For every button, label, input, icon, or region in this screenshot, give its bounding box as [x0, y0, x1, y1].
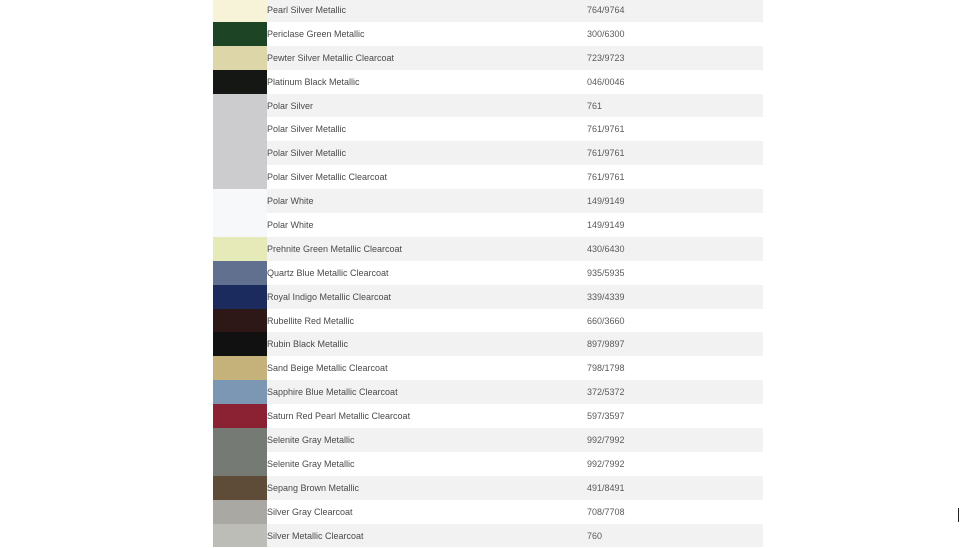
color-swatch: [213, 213, 267, 237]
paint-code: 761/9761: [587, 124, 625, 135]
color-swatch: [213, 523, 267, 548]
paint-code: 660/3660: [587, 315, 625, 326]
color-row[interactable]: Pearl Silver Metallic 764/9764: [213, 0, 763, 22]
color-name: Sepang Brown Metallic: [267, 482, 360, 493]
paint-code: 798/1798: [587, 363, 625, 374]
color-row[interactable]: Periclase Green Metallic 300/6300: [213, 21, 763, 46]
color-row[interactable]: Rubellite Red Metallic 660/3660: [213, 308, 763, 333]
color-name: Quartz Blue Metallic Clearcoat: [267, 267, 389, 278]
color-swatch: [213, 117, 267, 142]
color-swatch: [213, 499, 267, 524]
color-name: Prehnite Green Metallic Clearcoat: [267, 243, 403, 254]
paint-code: 761/9761: [587, 172, 625, 183]
text-cursor: [958, 508, 959, 522]
paint-color-table: Pearl Silver Metallic 764/9764 Periclase G…: [213, 0, 763, 548]
color-row[interactable]: Sapphire Blue Metallic Clearcoat 372/5372: [213, 380, 763, 405]
paint-code: 897/9897: [587, 339, 625, 350]
paint-code: 723/9723: [587, 52, 625, 63]
color-name: Royal Indigo Metallic Clearcoat: [267, 291, 392, 302]
color-name: Rubin Black Metallic: [267, 339, 349, 350]
color-name: Silver Metallic Clearcoat: [267, 530, 364, 541]
color-name: Sapphire Blue Metallic Clearcoat: [267, 387, 398, 398]
color-name: Polar Silver Metallic: [267, 124, 347, 135]
paint-code: 708/7708: [587, 506, 625, 517]
paint-code: 760: [587, 530, 603, 541]
color-swatch: [213, 380, 267, 405]
color-row[interactable]: Silver Metallic Clearcoat 760: [213, 523, 763, 548]
color-swatch: [213, 475, 267, 500]
color-swatch: [213, 236, 267, 261]
color-row[interactable]: Silver Gray Clearcoat 708/7708: [213, 499, 763, 524]
color-row[interactable]: Polar White 149/9149: [213, 213, 763, 237]
color-row[interactable]: Royal Indigo Metallic Clearcoat 339/4339: [213, 284, 763, 309]
paint-code: 149/9149: [587, 196, 625, 207]
color-name: Silver Gray Clearcoat: [267, 506, 353, 517]
color-swatch: [213, 141, 267, 166]
color-name: Pearl Silver Metallic: [267, 4, 347, 15]
color-row[interactable]: Platinum Black Metallic 046/0046: [213, 69, 763, 94]
paint-code: 992/7992: [587, 434, 625, 445]
color-row[interactable]: Selenite Gray Metallic 992/7992: [213, 428, 763, 452]
paint-code: 339/4339: [587, 291, 625, 302]
color-row[interactable]: Pewter Silver Metallic Clearcoat 723/9723: [213, 45, 763, 70]
page: Pearl Silver Metallic 764/9764 Periclase G…: [0, 0, 960, 548]
color-row[interactable]: Quartz Blue Metallic Clearcoat 935/5935: [213, 260, 763, 285]
color-name: Polar White: [267, 196, 314, 207]
color-swatch: [213, 93, 267, 118]
color-name: Saturn Red Pearl Metallic Clearcoat: [267, 411, 411, 422]
paint-code: 935/5935: [587, 267, 625, 278]
color-swatch: [213, 0, 267, 22]
color-name: Sand Beige Metallic Clearcoat: [267, 363, 388, 374]
paint-code: 372/5372: [587, 387, 625, 398]
color-swatch: [213, 404, 267, 429]
paint-code: 046/0046: [587, 76, 625, 87]
paint-code: 992/7992: [587, 458, 625, 469]
color-swatch: [213, 21, 267, 46]
color-name: Polar Silver Metallic: [267, 148, 347, 159]
color-name: Pewter Silver Metallic Clearcoat: [267, 52, 395, 63]
color-name: Platinum Black Metallic: [267, 76, 360, 87]
color-row[interactable]: Polar White 149/9149: [213, 189, 763, 214]
color-swatch: [213, 260, 267, 285]
paint-code: 300/6300: [587, 28, 625, 39]
paint-code: 764/9764: [587, 4, 625, 15]
paint-code: 149/9149: [587, 219, 625, 230]
color-row[interactable]: Polar Silver Metallic 761/9761: [213, 117, 763, 142]
color-name: Rubellite Red Metallic: [267, 315, 355, 326]
paint-code: 761: [587, 100, 603, 111]
color-swatch: [213, 284, 267, 309]
color-swatch: [213, 45, 267, 70]
paint-code: 430/6430: [587, 243, 625, 254]
color-row[interactable]: Saturn Red Pearl Metallic Clearcoat 597/3…: [213, 404, 763, 429]
color-swatch: [213, 451, 267, 476]
color-name: Polar White: [267, 219, 314, 230]
paint-code: 761/9761: [587, 148, 625, 159]
color-swatch: [213, 332, 267, 357]
color-swatch: [213, 165, 267, 190]
color-row[interactable]: Sepang Brown Metallic 491/8491: [213, 475, 763, 500]
color-name: Periclase Green Metallic: [267, 28, 365, 39]
color-swatch: [213, 308, 267, 333]
color-row[interactable]: Polar Silver 761: [213, 93, 763, 118]
paint-code: 597/3597: [587, 411, 625, 422]
color-name: Polar Silver Metallic Clearcoat: [267, 172, 388, 183]
color-row[interactable]: Selenite Gray Metallic 992/7992: [213, 451, 763, 476]
color-row[interactable]: Prehnite Green Metallic Clearcoat 430/643…: [213, 236, 763, 261]
color-row[interactable]: Polar Silver Metallic Clearcoat 761/9761: [213, 165, 763, 190]
color-swatch: [213, 428, 267, 452]
color-swatch: [213, 356, 267, 381]
color-name: Selenite Gray Metallic: [267, 458, 355, 469]
color-row[interactable]: Sand Beige Metallic Clearcoat 798/1798: [213, 356, 763, 381]
color-name: Selenite Gray Metallic: [267, 434, 355, 445]
color-swatch: [213, 69, 267, 94]
color-row[interactable]: Polar Silver Metallic 761/9761: [213, 141, 763, 166]
color-swatch: [213, 189, 267, 214]
color-row[interactable]: Rubin Black Metallic 897/9897: [213, 332, 763, 357]
paint-code: 491/8491: [587, 482, 625, 493]
color-name: Polar Silver: [267, 100, 314, 111]
